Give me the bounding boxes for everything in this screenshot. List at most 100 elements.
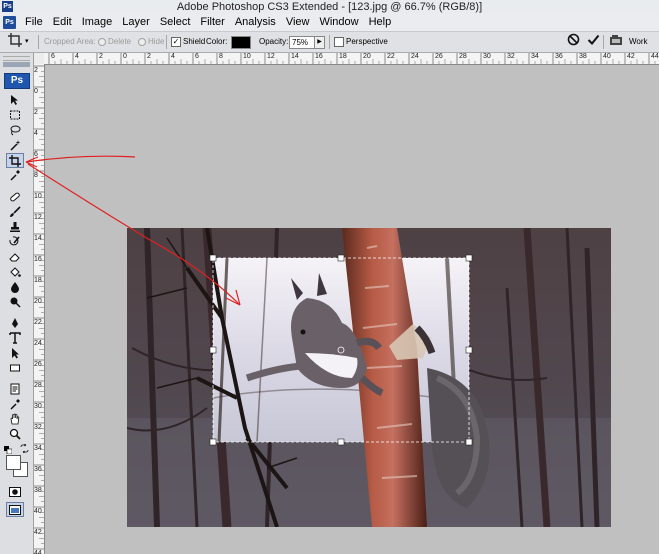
ruler-tick-label: 10 <box>243 53 251 60</box>
ruler-tick-label: 6 <box>34 151 38 158</box>
type-tool[interactable] <box>7 331 23 344</box>
ruler-tick-label: 14 <box>34 235 42 242</box>
ruler-tick-label: 0 <box>34 88 38 95</box>
separator <box>38 35 39 49</box>
crop-tool[interactable] <box>6 153 24 168</box>
ruler-tick-label: 2 <box>34 67 38 74</box>
ruler-tick-label: 20 <box>363 53 371 60</box>
paint-bucket-tool[interactable] <box>7 265 23 278</box>
dodge-icon <box>10 297 21 308</box>
stamp-icon <box>10 221 20 232</box>
ruler-tick-label: 14 <box>291 53 299 60</box>
path-arrow-icon <box>12 347 19 358</box>
shield-label: Shield <box>183 37 206 46</box>
menu-analysis[interactable]: Analysis <box>230 14 281 31</box>
quick-mask-icon <box>9 486 21 497</box>
ruler-tick-label: 6 <box>51 53 55 60</box>
panel-grip[interactable] <box>3 56 30 61</box>
eyedropper-tool[interactable] <box>7 168 23 181</box>
blur-tool[interactable] <box>7 280 23 293</box>
ruler-tick-label: 10 <box>34 193 42 200</box>
ruler-tick-label: 4 <box>34 130 38 137</box>
menu-edit[interactable]: Edit <box>48 14 77 31</box>
horizontal-ruler[interactable]: 6 4 2 0 2 4 6 8 10 12 14 16 18 20 22 24 26 28 30 32 34 36 38 40… <box>44 53 659 65</box>
app-menu-icon[interactable]: Ps <box>3 16 16 29</box>
menu-view[interactable]: View <box>281 14 315 31</box>
commit-check-icon[interactable] <box>584 33 602 51</box>
shield-color-swatch[interactable] <box>231 36 251 49</box>
menu-filter[interactable]: Filter <box>195 14 229 31</box>
workspace-icon[interactable] <box>607 33 625 51</box>
move-tool[interactable] <box>7 93 23 106</box>
dodge-tool[interactable] <box>7 295 23 308</box>
separator <box>603 35 604 49</box>
crop-tool-preset-icon[interactable] <box>6 33 24 51</box>
document-canvas[interactable] <box>127 228 611 527</box>
vertical-ruler[interactable]: 2 0 2 4 6 8 10 12 14 16 18 20 22 24 26 28 30 32 34 36 38 40 42… <box>33 64 45 554</box>
separator <box>166 35 167 49</box>
ruler-tick-label: 2 <box>147 53 151 60</box>
delete-label: Delete <box>108 37 132 46</box>
path-selection-tool[interactable] <box>7 346 23 359</box>
clone-stamp-tool[interactable] <box>7 220 23 233</box>
shape-tool[interactable] <box>7 361 23 374</box>
swap-colors-icon[interactable] <box>20 443 29 454</box>
ruler-tick-label: 34 <box>531 53 539 60</box>
perspective-checkbox[interactable]: Perspective <box>334 32 388 52</box>
ruler-tick-label: 42 <box>627 53 635 60</box>
hand-tool[interactable] <box>7 412 23 425</box>
magic-wand-tool[interactable] <box>7 138 23 151</box>
lasso-tool[interactable] <box>7 123 23 136</box>
delete-radio: Delete <box>98 32 131 52</box>
ruler-tick-label: 22 <box>34 319 42 326</box>
brush-tool[interactable] <box>7 205 23 218</box>
opacity-input[interactable]: 75% <box>289 36 315 49</box>
ruler-tick-label: 38 <box>579 53 587 60</box>
ruler-tick-label: 26 <box>34 361 42 368</box>
eyedropper-sample-tool[interactable] <box>7 397 23 410</box>
ruler-tick-label: 18 <box>339 53 347 60</box>
menu-file[interactable]: File <box>20 14 48 31</box>
title-bar: Ps Adobe Photoshop CS3 Extended - [123.j… <box>0 0 659 15</box>
default-colors-icon[interactable] <box>4 445 13 455</box>
screen-mode-icon <box>9 504 21 515</box>
paint-bucket-icon <box>10 266 21 277</box>
quick-mask-button[interactable] <box>7 485 23 498</box>
panel-header[interactable] <box>3 62 30 67</box>
rectangle-shape-icon <box>10 364 20 371</box>
menu-help[interactable]: Help <box>364 14 397 31</box>
menu-bar: Ps File Edit Image Layer Select Filter Analysi… <box>0 14 659 32</box>
notes-tool[interactable] <box>7 382 23 395</box>
menu-image[interactable]: Image <box>77 14 118 31</box>
ruler-ticks <box>48 53 656 64</box>
eraser-tool[interactable] <box>7 250 23 263</box>
menu-layer[interactable]: Layer <box>117 14 155 31</box>
history-brush-tool[interactable] <box>7 235 23 248</box>
zoom-tool[interactable] <box>7 427 23 440</box>
pen-tool[interactable] <box>7 316 23 329</box>
shield-checkbox[interactable]: ✓ Shield <box>171 32 205 52</box>
eraser-icon <box>9 252 20 261</box>
menu-window[interactable]: Window <box>314 14 363 31</box>
screen-mode-button[interactable] <box>6 502 24 517</box>
ruler-tick-label: 32 <box>507 53 515 60</box>
cancel-icon[interactable] <box>564 33 582 51</box>
photoshop-badge[interactable]: Ps <box>4 73 30 89</box>
ruler-tick-label: 30 <box>34 403 42 410</box>
hide-radio: Hide <box>138 32 164 52</box>
marquee-tool[interactable] <box>7 108 23 121</box>
ruler-tick-label: 16 <box>34 256 42 263</box>
workspace-button[interactable]: Work <box>629 32 648 52</box>
opacity-label: Opacity: <box>259 37 289 46</box>
perspective-label: Perspective <box>346 37 388 46</box>
opacity-slider-arrow[interactable]: ▶ <box>314 36 325 49</box>
ruler-tick-label: 24 <box>411 53 419 60</box>
hand-icon <box>10 413 20 424</box>
preset-dropdown-arrow[interactable]: ▾ <box>25 32 29 52</box>
options-bar: ▾ Cropped Area: Delete Hide ✓ Shield Colo… <box>0 32 659 53</box>
ruler-tick-label: 0 <box>123 53 127 60</box>
foreground-color-swatch[interactable] <box>6 455 21 470</box>
ruler-tick-label: 40 <box>603 53 611 60</box>
healing-brush-tool[interactable] <box>7 190 23 203</box>
menu-select[interactable]: Select <box>155 14 196 31</box>
